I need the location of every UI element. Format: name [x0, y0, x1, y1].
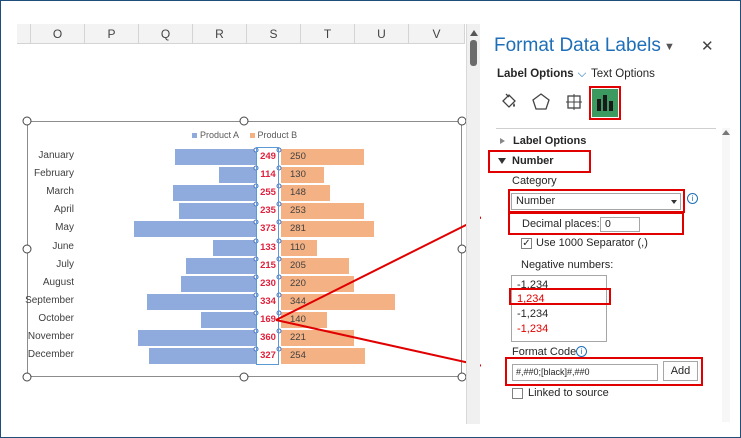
- category-label: Category: [512, 175, 557, 187]
- scroll-up-icon[interactable]: [470, 30, 478, 36]
- format-code-info-icon[interactable]: i: [576, 346, 587, 357]
- linked-to-source-checkbox[interactable]: [512, 388, 523, 399]
- label-options-chart-icon[interactable]: [592, 89, 618, 117]
- negative-option-3[interactable]: -1,234: [517, 308, 548, 320]
- chevron-down-icon: ⌵: [577, 68, 587, 80]
- info-icon[interactable]: i: [687, 193, 698, 204]
- section-label-options[interactable]: Label Options: [500, 135, 586, 147]
- linked-to-source-label: Linked to source: [528, 387, 609, 399]
- tab-label-options-text: Label Options: [497, 68, 574, 80]
- fill-line-icon[interactable]: [495, 88, 523, 116]
- negative-option-4[interactable]: -1,234: [517, 323, 548, 335]
- pane-title: Format Data Labels: [494, 35, 661, 56]
- pane-scroll-up-icon[interactable]: [722, 130, 730, 135]
- pane-options-button[interactable]: ▼: [664, 41, 675, 53]
- category-select-value: Number: [516, 195, 556, 207]
- pane-divider: [496, 128, 716, 129]
- expand-icon: [500, 138, 505, 145]
- collapse-icon: [498, 158, 506, 165]
- tab-text-options[interactable]: Text Options: [591, 68, 655, 80]
- separator-checkbox[interactable]: ✓: [521, 238, 532, 249]
- highlight-negative-option: [509, 288, 611, 305]
- tab-label-options[interactable]: Label Options ⌵: [497, 68, 586, 81]
- decimal-places-input[interactable]: 0: [600, 217, 640, 232]
- sheet-vertical-scrollbar[interactable]: [466, 24, 480, 424]
- category-select[interactable]: Number: [511, 193, 681, 210]
- add-button[interactable]: Add: [663, 361, 698, 381]
- format-code-input[interactable]: #,##0;[black]#,##0: [512, 364, 658, 381]
- negative-numbers-list[interactable]: -1,234 1,234 -1,234 -1,234: [511, 275, 607, 342]
- section-number-text: Number: [512, 155, 554, 167]
- scroll-thumb[interactable]: [470, 40, 477, 66]
- dropdown-arrow-icon: [671, 200, 677, 204]
- effects-pentagon-icon[interactable]: [527, 88, 555, 116]
- close-icon[interactable]: ✕: [701, 37, 714, 55]
- separator-label: Use 1000 Separator (,): [536, 237, 648, 249]
- section-label-options-text: Label Options: [513, 135, 587, 147]
- size-properties-icon[interactable]: [560, 88, 588, 116]
- negative-numbers-label: Negative numbers:: [521, 259, 614, 271]
- decimal-places-label: Decimal places:: [522, 218, 600, 230]
- section-number[interactable]: Number: [498, 155, 554, 167]
- pane-scrollbar[interactable]: [722, 128, 730, 422]
